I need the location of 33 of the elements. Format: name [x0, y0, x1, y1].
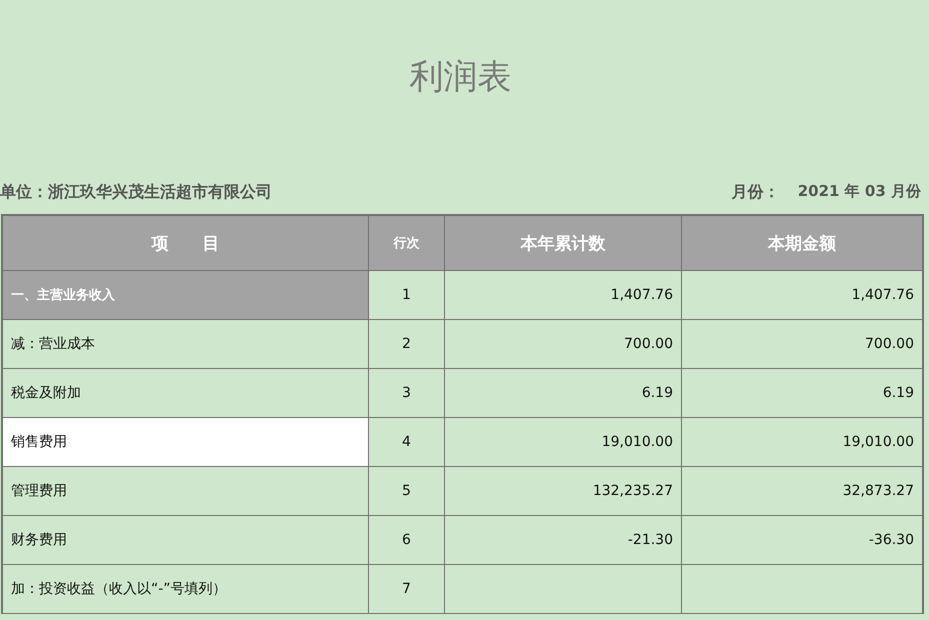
column-header: 行次 — [369, 216, 445, 271]
column-header: 本年累计数 — [445, 216, 682, 271]
table-cell: 1,407.76 — [445, 271, 682, 320]
table-cell: 132,235.27 — [445, 467, 682, 516]
table-cell: 减：营业成本 — [3, 320, 369, 369]
column-header: 本期金额 — [682, 216, 924, 271]
table-cell: 4 — [369, 418, 445, 467]
table-cell: 19,010.00 — [682, 418, 924, 467]
table-cell: 1,407.76 — [682, 271, 924, 320]
table-cell: 6.19 — [445, 369, 682, 418]
table-cell: 1 — [369, 271, 445, 320]
table-cell: 加：投资收益（收入以“-”号填列） — [3, 565, 369, 614]
table-cell: -36.30 — [682, 516, 924, 565]
table-cell: 2 — [369, 320, 445, 369]
table-cell: 6 — [369, 516, 445, 565]
table-cell: 19,010.00 — [445, 418, 682, 467]
table-cell: 财务费用 — [3, 516, 369, 565]
column-header: 项 目 — [3, 216, 369, 271]
table-cell: 销售费用 — [3, 418, 369, 467]
table-cell: 管理费用 — [3, 467, 369, 516]
table-cell: 5 — [369, 467, 445, 516]
table-cell: 6.19 — [682, 369, 924, 418]
period-label: 月份： — [732, 182, 780, 202]
table-cell: 700.00 — [445, 320, 682, 369]
table-cell: 7 — [369, 565, 445, 614]
table-cell: 32,873.27 — [682, 467, 924, 516]
table-cell: 3 — [369, 369, 445, 418]
table-cell: 一、主营业务收入 — [3, 271, 369, 320]
table-cell: 700.00 — [682, 320, 924, 369]
report-title: 利润表 — [410, 56, 512, 99]
table-cell: -21.30 — [445, 516, 682, 565]
company-name: 单位：浙江玖华兴茂生活超市有限公司 — [0, 182, 272, 202]
period-value: 2021 年 03 月份 — [798, 182, 921, 202]
